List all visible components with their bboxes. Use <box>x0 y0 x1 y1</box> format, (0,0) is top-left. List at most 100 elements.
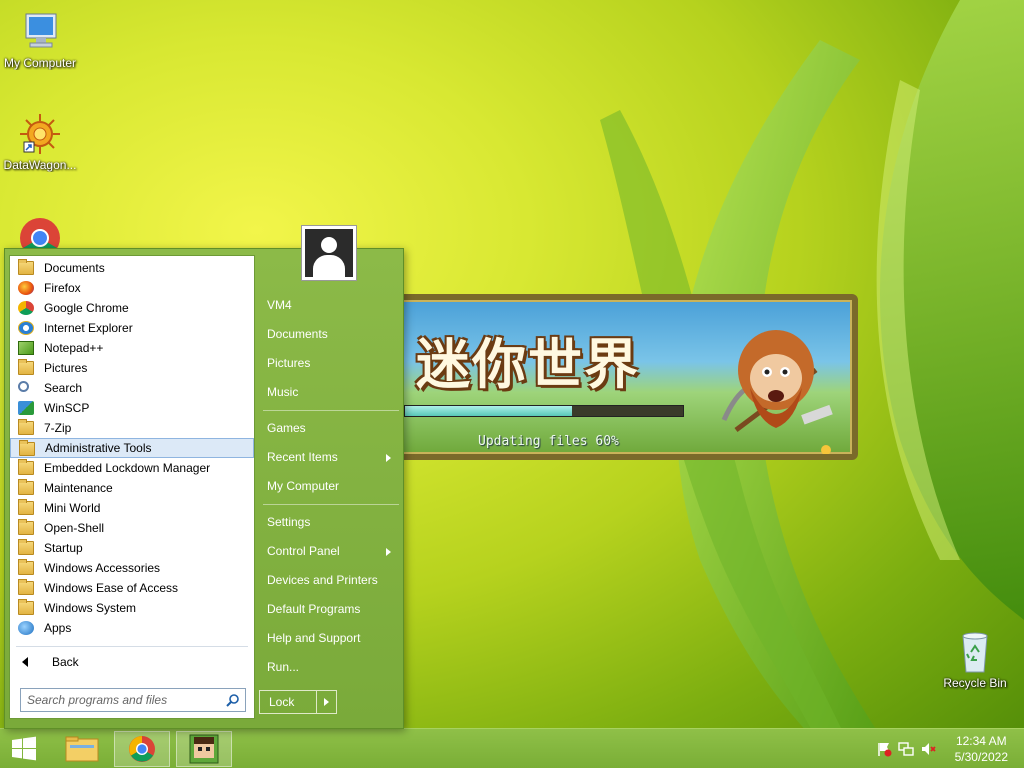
program-label: Windows System <box>44 601 137 615</box>
action-center-flag-icon[interactable] <box>876 741 892 757</box>
program-item[interactable]: Windows System <box>10 598 254 618</box>
apps-icon <box>18 621 34 635</box>
back-label: Back <box>52 655 79 669</box>
program-item[interactable]: Firefox <box>10 278 254 298</box>
chevron-right-icon <box>386 454 391 462</box>
clock-time: 12:34 AM <box>955 734 1007 748</box>
program-item[interactable]: Pictures <box>10 358 254 378</box>
ie-icon <box>18 321 34 335</box>
program-item[interactable]: Embedded Lockdown Manager <box>10 458 254 478</box>
menu-item-label: Recent Items <box>267 450 338 464</box>
taskbar-mini-world[interactable] <box>176 731 232 767</box>
lock-button[interactable]: Lock <box>259 690 337 714</box>
menu-item-label: Control Panel <box>267 544 340 558</box>
program-item[interactable]: Startup <box>10 538 254 558</box>
desktop-icon-label: My Computer <box>3 56 77 70</box>
folder-icon <box>18 359 34 375</box>
program-label: Documents <box>44 261 105 275</box>
program-item[interactable]: Windows Ease of Access <box>10 578 254 598</box>
taskbar-chrome[interactable] <box>114 731 170 767</box>
shutdown-options-arrow[interactable] <box>316 691 336 713</box>
firefox-icon <box>18 281 34 295</box>
menu-item-games[interactable]: Games <box>259 414 401 443</box>
user-avatar[interactable] <box>301 225 357 281</box>
desktop-icon-label: Recycle Bin <box>943 676 1007 690</box>
windows-logo-icon <box>12 736 36 761</box>
start-menu: Documents Firefox Google Chrome Internet Ex… <box>4 225 404 729</box>
program-item[interactable]: Documents <box>10 258 254 278</box>
taskbar-file-explorer[interactable] <box>54 731 110 767</box>
winscp-icon <box>18 401 34 415</box>
folder-icon <box>18 519 34 535</box>
menu-item-default-programs[interactable]: Default Programs <box>259 595 401 624</box>
start-button[interactable] <box>0 731 48 767</box>
notepadpp-icon <box>18 341 34 355</box>
program-label: 7-Zip <box>44 421 72 435</box>
folder-icon <box>18 499 34 515</box>
clock-date: 5/30/2022 <box>954 750 1008 764</box>
clock[interactable]: 12:34 AM 5/30/2022 <box>955 733 1008 765</box>
menu-item-my-computer[interactable]: My Computer <box>259 472 401 501</box>
program-item[interactable]: Maintenance <box>10 478 254 498</box>
menu-item-user[interactable]: VM4 <box>259 291 401 320</box>
program-label: Open-Shell <box>44 521 105 535</box>
divider <box>263 504 399 505</box>
menu-item-music[interactable]: Music <box>259 378 401 407</box>
search-placeholder: Search programs and files <box>27 693 168 707</box>
menu-item-documents[interactable]: Documents <box>259 320 401 349</box>
back-button[interactable]: Back <box>10 652 254 672</box>
datawagon-icon <box>16 112 64 156</box>
program-item[interactable]: Open-Shell <box>10 518 254 538</box>
program-item[interactable]: Search <box>10 378 254 398</box>
program-item[interactable]: Mini World <box>10 498 254 518</box>
program-label: Apps <box>44 621 72 635</box>
desktop-icon-recycle-bin[interactable]: Recycle Bin <box>935 630 1015 690</box>
search-icon <box>18 381 29 392</box>
folder-icon <box>18 419 34 435</box>
program-label: Internet Explorer <box>44 321 133 335</box>
program-item[interactable]: 7-Zip <box>10 418 254 438</box>
program-label: Firefox <box>44 281 81 295</box>
menu-item-devices-printers[interactable]: Devices and Printers <box>259 566 401 595</box>
program-item[interactable]: Apps <box>10 618 254 638</box>
folder-icon <box>18 459 34 475</box>
program-item[interactable]: Internet Explorer <box>10 318 254 338</box>
chrome-icon <box>129 736 155 762</box>
menu-item-pictures[interactable]: Pictures <box>259 349 401 378</box>
program-label: Windows Ease of Access <box>44 581 179 595</box>
divider <box>16 646 248 647</box>
search-icon[interactable] <box>226 693 240 707</box>
game-character-art <box>721 330 833 454</box>
desktop-icon-my-computer[interactable]: My Computer <box>0 10 80 70</box>
chrome-icon <box>18 301 34 315</box>
program-label: Maintenance <box>44 481 113 495</box>
computer-icon <box>16 10 64 54</box>
search-input[interactable]: Search programs and files <box>20 688 246 712</box>
menu-item-control-panel[interactable]: Control Panel <box>259 537 401 566</box>
volume-muted-icon[interactable] <box>920 741 936 757</box>
folder-icon <box>18 599 34 615</box>
folder-icon <box>18 539 34 555</box>
menu-item-settings[interactable]: Settings <box>259 508 401 537</box>
mini-world-icon <box>189 734 219 764</box>
program-item[interactable]: Google Chrome <box>10 298 254 318</box>
menu-item-recent-items[interactable]: Recent Items <box>259 443 401 472</box>
menu-item-help-support[interactable]: Help and Support <box>259 624 401 653</box>
chevron-right-icon <box>386 548 391 556</box>
network-icon[interactable] <box>898 741 914 757</box>
game-launcher-window[interactable]: 迷你世界 Updating files 60% <box>396 294 858 460</box>
program-item[interactable]: Notepad++ <box>10 338 254 358</box>
program-item[interactable]: Windows Accessories <box>10 558 254 578</box>
program-label: Administrative Tools <box>45 441 152 455</box>
update-status-text: Updating files 60% <box>478 434 619 449</box>
program-label: Google Chrome <box>44 301 129 315</box>
taskbar: 12:34 AM 5/30/2022 <box>0 728 1024 768</box>
program-label: Mini World <box>44 501 101 515</box>
desktop-icon-datawagon[interactable]: DataWagon... <box>0 112 80 172</box>
game-title-art: 迷你世界 <box>416 333 640 396</box>
program-item[interactable]: WinSCP <box>10 398 254 418</box>
programs-pane: Documents Firefox Google Chrome Internet Ex… <box>9 255 255 719</box>
program-item[interactable]: Administrative Tools <box>10 438 254 458</box>
folder-icon <box>18 579 34 595</box>
menu-item-run[interactable]: Run... <box>259 653 401 682</box>
